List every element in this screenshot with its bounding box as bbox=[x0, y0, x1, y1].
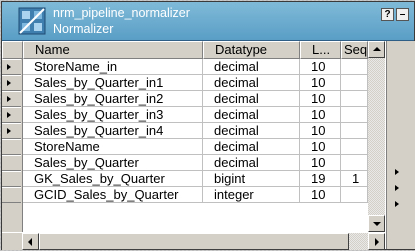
arrow-down-icon bbox=[373, 222, 381, 226]
row-arrow-icon bbox=[7, 96, 11, 102]
table-row[interactable]: GK_Sales_by_Quarter bigint 19 1 bbox=[23, 171, 392, 187]
link-arrow-icon bbox=[395, 169, 399, 175]
link-arrow-icon bbox=[395, 201, 399, 207]
cell-name[interactable]: Sales_by_Quarter_in2 bbox=[23, 91, 203, 107]
cell-datatype[interactable]: decimal bbox=[203, 91, 300, 107]
cell-name[interactable]: StoreName bbox=[23, 139, 203, 155]
cell-length[interactable]: 10 bbox=[300, 187, 341, 203]
row-arrow-icon bbox=[7, 80, 11, 86]
row-selector[interactable] bbox=[2, 187, 21, 203]
table-row[interactable]: Sales_by_Quarter_in3 decimal 10 bbox=[23, 107, 392, 123]
row-selector[interactable] bbox=[2, 75, 21, 91]
minimize-button[interactable]: – bbox=[396, 8, 409, 21]
arrow-up-icon bbox=[373, 47, 381, 51]
cell-datatype[interactable]: bigint bbox=[203, 171, 300, 187]
row-selector[interactable] bbox=[2, 123, 21, 139]
cell-length[interactable]: 19 bbox=[300, 171, 341, 187]
normalizer-window: nrm_pipeline_normalizer Normalizer ? – N… bbox=[1, 1, 415, 250]
port-link-pane bbox=[386, 41, 415, 249]
cell-seq[interactable] bbox=[341, 187, 368, 203]
cell-length[interactable]: 10 bbox=[300, 123, 341, 139]
grid-corner bbox=[2, 41, 23, 59]
cell-datatype[interactable]: decimal bbox=[203, 75, 300, 91]
column-header-datatype[interactable]: Datatype bbox=[203, 41, 300, 59]
cell-seq[interactable] bbox=[341, 155, 368, 171]
cell-name[interactable]: Sales_by_Quarter_in1 bbox=[23, 75, 203, 91]
cell-seq[interactable] bbox=[341, 107, 368, 123]
column-header-name[interactable]: Name bbox=[23, 41, 203, 59]
cell-name[interactable]: Sales_by_Quarter bbox=[23, 155, 203, 171]
column-header-length[interactable]: L... bbox=[300, 41, 341, 59]
cell-name[interactable]: GCID_Sales_by_Quarter bbox=[23, 187, 203, 203]
cell-datatype[interactable]: decimal bbox=[203, 107, 300, 123]
arrow-right-icon bbox=[375, 238, 379, 246]
cell-name[interactable]: StoreName_in bbox=[23, 59, 203, 75]
row-selector[interactable] bbox=[2, 59, 21, 75]
scroll-down-button[interactable] bbox=[368, 215, 385, 232]
cell-length[interactable]: 10 bbox=[300, 59, 341, 75]
cell-datatype[interactable]: decimal bbox=[203, 123, 300, 139]
cell-name[interactable]: GK_Sales_by_Quarter bbox=[23, 171, 203, 187]
row-arrow-icon bbox=[7, 64, 11, 70]
cell-datatype[interactable]: decimal bbox=[203, 139, 300, 155]
row-selector[interactable] bbox=[2, 91, 21, 107]
cell-length[interactable]: 10 bbox=[300, 139, 341, 155]
row-arrow-icon bbox=[7, 128, 11, 134]
cell-seq[interactable] bbox=[341, 75, 368, 91]
cell-seq[interactable]: 1 bbox=[341, 171, 368, 187]
row-selector[interactable] bbox=[2, 155, 21, 171]
table-row[interactable]: StoreName_in decimal 10 bbox=[23, 59, 392, 75]
cell-length[interactable]: 10 bbox=[300, 155, 341, 171]
cell-datatype[interactable]: integer bbox=[203, 187, 300, 203]
window-subtitle: Normalizer bbox=[53, 22, 114, 36]
normalizer-transformation-icon bbox=[18, 7, 46, 35]
horizontal-scroll-thumb[interactable] bbox=[39, 233, 349, 250]
table-row[interactable]: StoreName decimal 10 bbox=[23, 139, 392, 155]
row-selector[interactable] bbox=[2, 139, 21, 155]
row-selector[interactable] bbox=[2, 107, 21, 123]
arrow-left-icon bbox=[28, 238, 32, 246]
table-row[interactable]: Sales_by_Quarter_in1 decimal 10 bbox=[23, 75, 392, 91]
scroll-right-button[interactable] bbox=[368, 233, 385, 250]
scroll-left-button[interactable] bbox=[22, 233, 39, 250]
table-row[interactable]: Sales_by_Quarter decimal 10 bbox=[23, 155, 392, 171]
title-bar[interactable]: nrm_pipeline_normalizer Normalizer ? – bbox=[2, 2, 414, 41]
cell-name[interactable]: Sales_by_Quarter_in4 bbox=[23, 123, 203, 139]
horizontal-scrollbar[interactable] bbox=[22, 233, 385, 250]
scroll-up-button[interactable] bbox=[368, 41, 385, 58]
row-arrow-icon bbox=[7, 112, 11, 118]
cell-datatype[interactable]: decimal bbox=[203, 59, 300, 75]
cell-seq[interactable] bbox=[341, 139, 368, 155]
cell-length[interactable]: 10 bbox=[300, 107, 341, 123]
table-row[interactable]: Sales_by_Quarter_in2 decimal 10 bbox=[23, 91, 392, 107]
row-selector[interactable] bbox=[2, 171, 21, 187]
cell-name[interactable]: Sales_by_Quarter_in3 bbox=[23, 107, 203, 123]
cell-length[interactable]: 10 bbox=[300, 91, 341, 107]
grid-bottom-corner bbox=[2, 233, 22, 250]
ports-grid: Name Datatype L... Seq StoreName_in deci… bbox=[2, 41, 415, 250]
window-title: nrm_pipeline_normalizer bbox=[53, 6, 190, 20]
cell-seq[interactable] bbox=[341, 91, 368, 107]
cell-length[interactable]: 10 bbox=[300, 75, 341, 91]
help-button[interactable]: ? bbox=[381, 8, 394, 21]
table-row[interactable]: Sales_by_Quarter_in4 decimal 10 bbox=[23, 123, 392, 139]
column-header-seq[interactable]: Seq bbox=[341, 41, 368, 59]
link-arrow-icon bbox=[395, 185, 399, 191]
cell-datatype[interactable]: decimal bbox=[203, 155, 300, 171]
row-selector-column bbox=[2, 59, 23, 232]
table-row[interactable]: GCID_Sales_by_Quarter integer 10 bbox=[23, 187, 392, 203]
cell-seq[interactable] bbox=[341, 59, 368, 75]
cell-seq[interactable] bbox=[341, 123, 368, 139]
vertical-scrollbar[interactable] bbox=[368, 41, 385, 232]
